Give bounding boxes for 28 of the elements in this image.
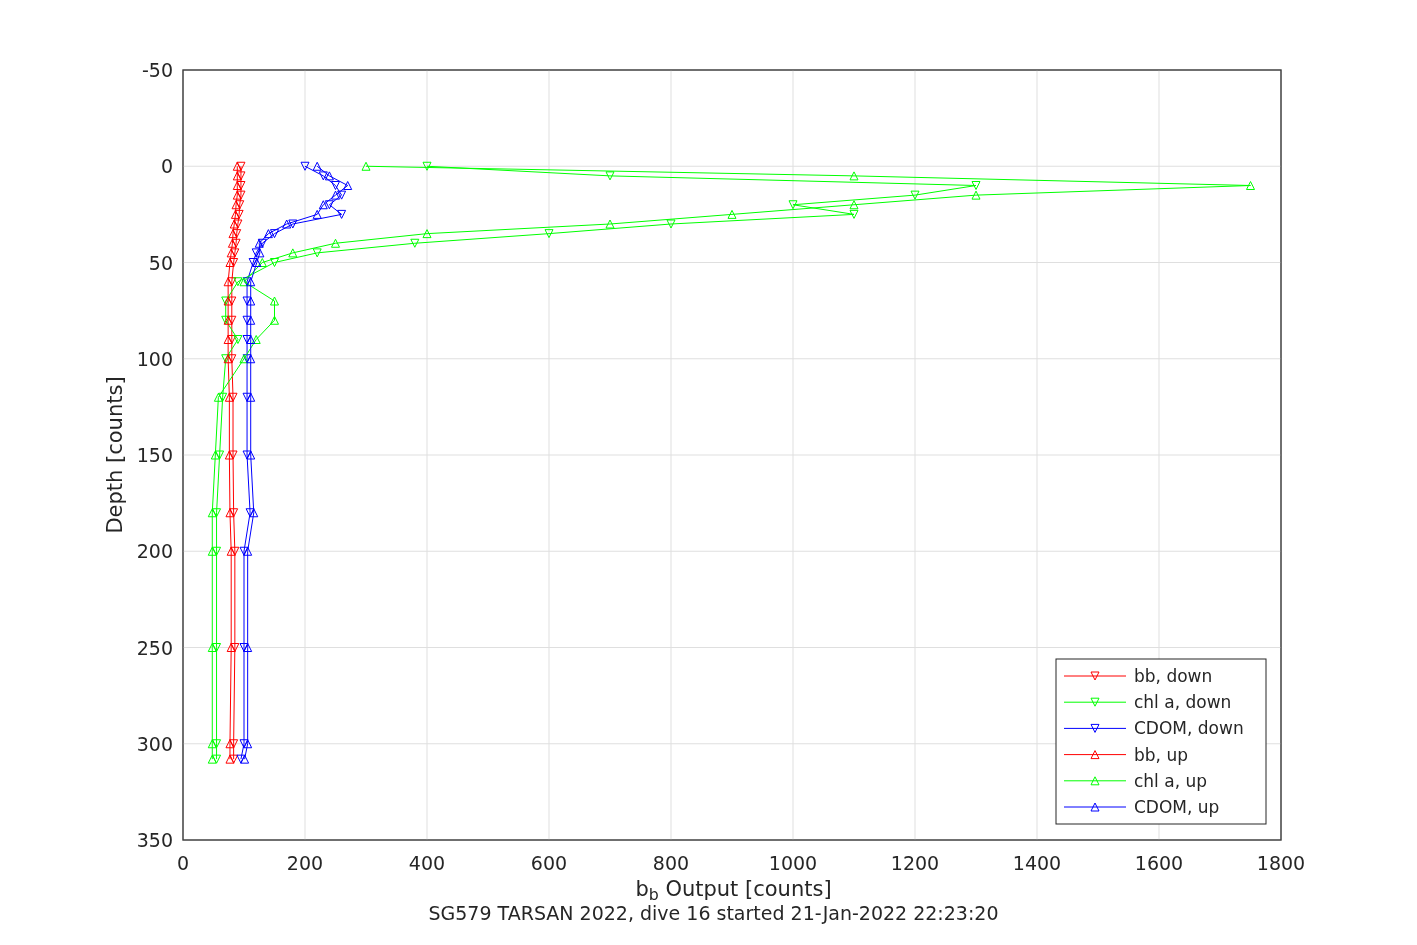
- tick-label: 1200: [890, 852, 940, 874]
- tick-label: -50: [141, 59, 173, 81]
- tick-label: 200: [136, 540, 173, 563]
- tick-label: 250: [136, 636, 173, 659]
- tick-label: 150: [136, 444, 173, 466]
- legend-label: CDOM, down: [1134, 718, 1244, 739]
- axis-title: Depth [counts]: [103, 376, 127, 534]
- tick-label: 800: [652, 852, 690, 874]
- legend-label: bb, up: [1134, 744, 1188, 765]
- caption: SG579 TARSAN 2022, dive 16 started 21-Jan-2022 22:23:20: [428, 902, 999, 924]
- tick-label: 200: [286, 852, 324, 874]
- tick-label: 1400: [1012, 852, 1062, 874]
- tick-label: 350: [136, 829, 173, 851]
- tick-label: 1800: [1256, 852, 1306, 874]
- legend-label: bb, down: [1134, 666, 1213, 686]
- axis-title: b$_{b}$ Output [counts]: [635, 876, 832, 902]
- tick-label: 100: [136, 347, 173, 370]
- tick-label: 0: [176, 852, 190, 874]
- legend-label: CDOM, up: [1134, 797, 1220, 817]
- tick-label: 1000: [768, 852, 818, 874]
- tick-label: 300: [136, 732, 173, 755]
- tick-label: 400: [408, 852, 446, 874]
- tick-label: 50: [148, 251, 173, 274]
- tick-label: 600: [530, 852, 568, 874]
- legend-label: chl a, down: [1134, 692, 1232, 713]
- legend-label: chl a, up: [1134, 770, 1208, 791]
- tick-label: 1600: [1134, 852, 1184, 874]
- tick-label: 0: [160, 155, 173, 178]
